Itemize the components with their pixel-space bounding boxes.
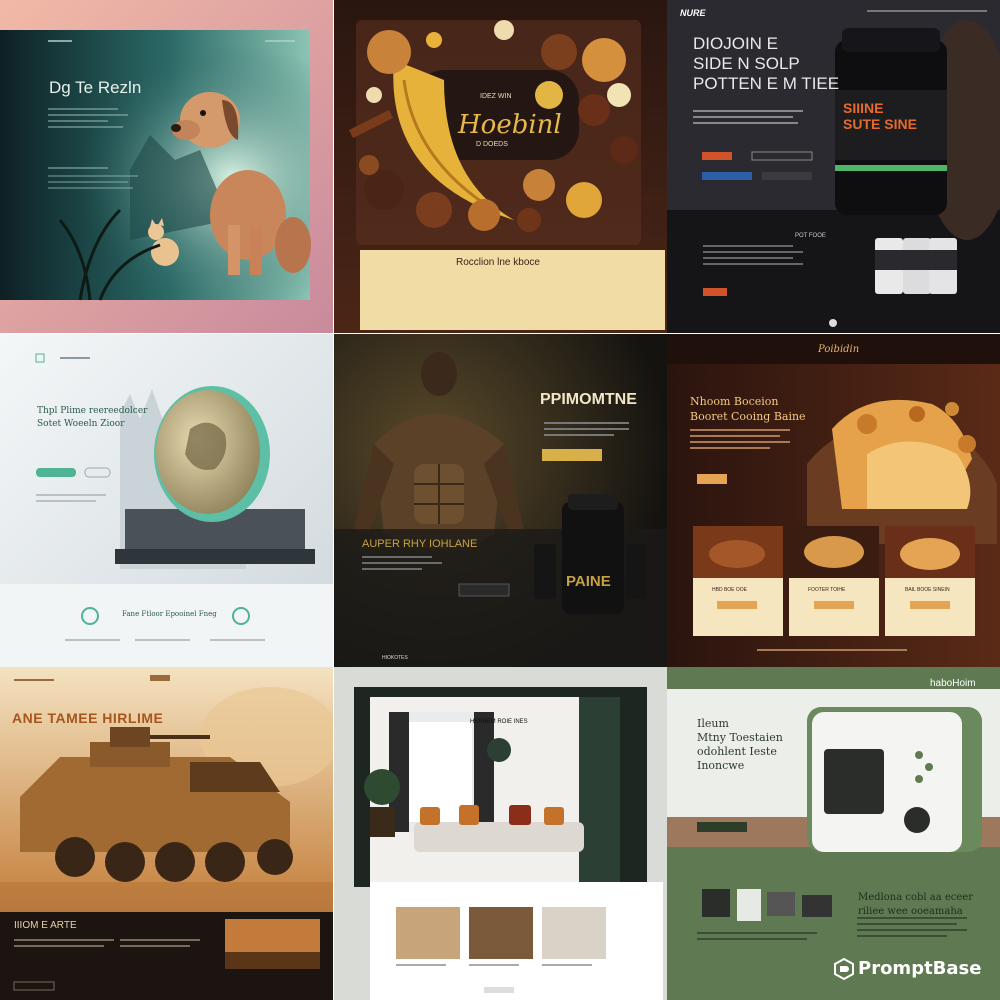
supplement-headline: DIOJOIN E SIDE N SOLP POTTEN E M TIEE <box>693 34 839 94</box>
tile-dog-landing: Dg Te Rezln <box>0 0 333 333</box>
oven-headline-line-1: Ileum <box>697 717 729 730</box>
oven-headline-line-2: Mtny Toestaien <box>697 731 783 744</box>
supplement-headline-line-3: POTTEN E M TIEE <box>693 74 840 93</box>
oven-subheadline-line-1: Medlona cobl aa eceer <box>858 892 973 903</box>
tile-oven-landing: haboHoim Ileum Mtny Toestaien odohlent I… <box>667 667 1000 1000</box>
interior-scene <box>334 667 667 1000</box>
oven-subheadline-line-2: riliee wee ooeamaha <box>858 906 963 917</box>
tile-interior-landing: HERBEM ROIE INES <box>334 667 667 1000</box>
fitness-product-label: PAINE <box>566 573 611 590</box>
oven-headline-line-3: odohlent Ieste <box>697 745 777 758</box>
supplement-headline-line-2: SIDE N SOLP <box>693 54 800 73</box>
dog-page-title: Dg Te Rezln <box>49 78 142 97</box>
tile-pastry-landing: Poibidin Nhoom Boceion Booret Cooing Bai… <box>667 334 1000 667</box>
supplement-headline-line-1: DIOJOIN E <box>693 34 779 53</box>
supplement-product-label-line-1: SIIINE <box>843 100 884 116</box>
tank-section-title: IIIOM E ARTE <box>14 920 77 931</box>
coin-headline: Thpl Plime reereedolcer Sotet Woeeln Zio… <box>37 405 147 431</box>
fitness-page-title: PPIMOMTNE <box>540 391 637 408</box>
pastry-headline-line-2: Booret Cooing Baine <box>690 410 806 423</box>
coin-headline-line-1: Thpl Plime reereedolcer <box>37 406 148 416</box>
tile-coin-landing: Thpl Plime reereedolcer Sotet Woeeln Zio… <box>0 334 333 667</box>
oven-headline: Ileum Mtny Toestaien odohlent Ieste Inon… <box>697 717 783 773</box>
fitness-banner: AUPER RHY IOHLANE <box>362 538 478 550</box>
pastry-headline-line-1: Nhoom Boceion <box>690 395 779 408</box>
pastry-card-3-title: BAIL BOOE SINEIN <box>905 587 950 593</box>
pastry-card-2-title: FOOTER TOIHE <box>808 587 846 593</box>
pastry-card-1-title: HBD BOE OOE <box>712 587 748 593</box>
tile-fitness-landing: PPIMOMTNE AUPER RHY IOHLANE PAINE HIOKOT… <box>334 334 667 667</box>
tile-supplement-landing: NURE DIOJOIN E SIDE N SOLP POTTEN E M TI… <box>667 0 1000 333</box>
supplement-product-label-line-2: SUTE SINE <box>843 116 917 132</box>
oven-subheadline: Medlona cobl aa eceer riliee wee ooeamah… <box>858 891 973 919</box>
bakery-subtitle: D DOEDS <box>476 141 508 148</box>
tank-headline: ANE TAMEE HIRLIME <box>12 710 164 726</box>
interior-header: HERBEM ROIE INES <box>470 719 528 725</box>
oven-headline-line-4: Inoncwe <box>697 759 745 772</box>
promptbase-logo-icon <box>834 957 854 981</box>
bakery-eyebrow: IDEZ WIN <box>480 93 512 100</box>
supplement-section-title: POT FOOE <box>795 233 826 239</box>
pastry-headline: Nhoom Boceion Booret Cooing Baine <box>690 394 806 424</box>
tile-bakery-landing: IDEZ WIN Hoebinl D DOEDS Rocclion lne kb… <box>334 0 667 333</box>
pastry-scene <box>667 334 1000 667</box>
bakery-section-title: Rocclion lne kboce <box>456 257 540 268</box>
tile-tank-landing: ANE TAMEE HIRLIME IIIOM E ARTE <box>0 667 333 1000</box>
promptbase-watermark: PromptBase <box>858 958 982 979</box>
supplement-logo: NURE <box>680 8 706 18</box>
fitness-footer: HIOKOTES <box>382 655 408 661</box>
image-collage: Dg Te Rezln IDEZ WIN Hoebinl D DOEDS Roc… <box>0 0 1000 1000</box>
supplement-product-label: SIIINE SUTE SINE <box>843 100 917 132</box>
coin-features-title: Fane Ftloor Epooinel Fneg <box>122 610 217 618</box>
coin-headline-line-2: Sotet Woeeln Zioor <box>37 419 125 429</box>
pastry-script-logo: Poibidin <box>818 344 860 355</box>
fitness-scene <box>334 334 667 667</box>
bakery-page-title: Hoebinl <box>458 110 562 140</box>
dog-scene <box>0 0 333 333</box>
oven-brand: haboHoim <box>930 678 976 689</box>
